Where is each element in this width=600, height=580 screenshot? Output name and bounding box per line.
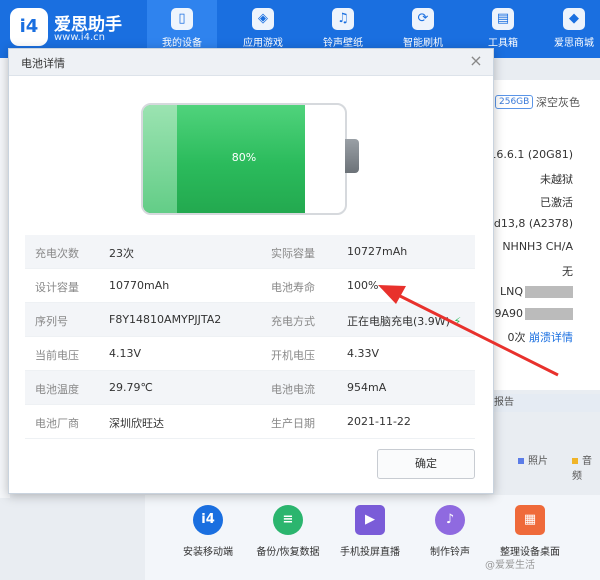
jailbreak-status: 未越狱 xyxy=(540,173,573,186)
value-charge-mode: 正在电脑充电(3.9W) ⚡ xyxy=(347,315,462,328)
label-battery-life: 电池寿命 xyxy=(271,281,315,294)
battery-info-table: 充电次数 23次 实际容量 10727mAh 设计容量 10770mAh 电池寿… xyxy=(25,235,475,439)
label-battery-current: 电池电流 xyxy=(271,383,315,396)
grid-icon: ▦ xyxy=(515,505,545,535)
i4-icon: i4 xyxy=(193,505,223,535)
value-battery-current: 954mA xyxy=(347,381,387,394)
table-row: 电池厂商 深圳欣旺达 生产日期 2021-11-22 xyxy=(25,405,475,439)
label-design-capacity: 设计容量 xyxy=(35,281,79,294)
ok-button[interactable]: 确定 xyxy=(377,449,475,479)
battery-terminal xyxy=(345,139,359,173)
watermark: @爱爱生活 xyxy=(485,560,535,571)
layers-icon: ≡ xyxy=(273,505,303,535)
info-value: 无 xyxy=(562,265,573,278)
battery-percent: 80% xyxy=(231,151,257,164)
label-actual-capacity: 实际容量 xyxy=(271,247,315,260)
legend-audio: 音频 xyxy=(572,456,592,482)
table-row: 序列号 F8Y14810AMYPJJTA2 充电方式 正在电脑充电(3.9W) … xyxy=(25,303,475,337)
table-row: 设计容量 10770mAh 电池寿命 100% xyxy=(25,269,475,303)
legend-photos: 照片 xyxy=(518,452,548,467)
label-charge-mode: 充电方式 xyxy=(271,315,315,328)
activation-status: 已激活 xyxy=(540,196,573,209)
value-charge-count: 23次 xyxy=(109,247,134,260)
value-current-voltage: 4.13V xyxy=(109,347,142,360)
label-serial-number: 序列号 xyxy=(35,315,68,328)
battery-details-dialog: 电池详情 × 80% 充电次数 23次 实际容量 10727mAh 设计容量 1… xyxy=(8,48,494,494)
value-actual-capacity: 10727mAh xyxy=(347,245,408,258)
nav-label: 爱思商城 xyxy=(554,38,594,49)
battery-graphic: 80% xyxy=(141,103,347,215)
table-row: 充电次数 23次 实际容量 10727mAh xyxy=(25,235,475,269)
tool-label: 备份/恢复数据 xyxy=(256,547,320,558)
label-boot-voltage: 开机电压 xyxy=(271,349,315,362)
table-row: 当前电压 4.13V 开机电压 4.33V xyxy=(25,337,475,371)
value-production-date: 2021-11-22 xyxy=(347,415,411,428)
bag-icon: ◆ xyxy=(563,8,585,30)
label-manufacturer: 电池厂商 xyxy=(35,417,79,430)
redaction xyxy=(525,308,573,320)
tool-label: 制作铃声 xyxy=(430,547,470,558)
value-boot-voltage: 4.33V xyxy=(347,347,380,360)
table-row: 电池温度 29.79℃ 电池电流 954mA xyxy=(25,371,475,405)
music-icon: ♫ xyxy=(332,8,354,30)
close-icon[interactable]: × xyxy=(467,52,485,70)
capacity-badge: 256GB xyxy=(495,95,534,109)
label-charge-count: 充电次数 xyxy=(35,247,79,260)
tool-screen-mirror[interactable]: ▶ 手机投屏直播 xyxy=(330,505,410,558)
crash-count: 0次 崩溃详情 xyxy=(507,331,574,344)
tool-make-ringtone[interactable]: ♪ 制作铃声 xyxy=(410,505,490,558)
refresh-icon: ⟳ xyxy=(412,8,434,30)
udid-partial: 79A90 xyxy=(487,307,573,320)
tool-organize-desktop[interactable]: ▦ 整理设备桌面 xyxy=(490,505,570,558)
value-manufacturer: 深圳欣旺达 xyxy=(109,417,164,430)
label-battery-temp: 电池温度 xyxy=(35,383,79,396)
device-color: 深空灰色 xyxy=(536,96,580,109)
report-tab[interactable]: 报告 xyxy=(488,394,600,412)
ios-version: 16.6.1 (20G81) xyxy=(489,148,573,161)
dialog-header: 电池详情 × xyxy=(9,49,493,76)
value-serial-number: F8Y14810AMYPJJTA2 xyxy=(109,313,222,326)
value-design-capacity: 10770mAh xyxy=(109,279,170,292)
app-url: www.i4.cn xyxy=(54,32,105,43)
tool-backup-restore[interactable]: ≡ 备份/恢复数据 xyxy=(248,505,328,558)
legend-swatch xyxy=(572,458,578,464)
crash-details-link[interactable]: 崩溃详情 xyxy=(529,331,573,344)
value-battery-temp: 29.79℃ xyxy=(109,381,153,394)
label-current-voltage: 当前电压 xyxy=(35,349,79,362)
cube-icon: ◈ xyxy=(252,8,274,30)
music-note-icon: ♪ xyxy=(435,505,465,535)
tool-label: 手机投屏直播 xyxy=(340,547,400,558)
serial-partial: LNQ xyxy=(500,285,573,298)
play-icon: ▶ xyxy=(355,505,385,535)
sales-model: NHNH3 CH/A xyxy=(502,240,573,253)
model-number: ad13,8 (A2378) xyxy=(487,217,573,230)
app-logo: i4 xyxy=(10,8,48,46)
nav-mall[interactable]: ◆ 爱思商城 xyxy=(548,0,600,58)
tool-label: 安装移动端 xyxy=(183,547,233,558)
dialog-title: 电池详情 xyxy=(21,57,65,70)
legend-swatch xyxy=(518,458,524,464)
charging-bolt-icon: ⚡ xyxy=(449,315,462,328)
value-battery-life: 100% xyxy=(347,279,379,292)
tool-install-mobile[interactable]: i4 安装移动端 xyxy=(168,505,248,558)
redaction xyxy=(525,286,573,298)
label-production-date: 生产日期 xyxy=(271,417,315,430)
phone-icon: ▯ xyxy=(171,8,193,30)
toolbox-icon: ▤ xyxy=(492,8,514,30)
